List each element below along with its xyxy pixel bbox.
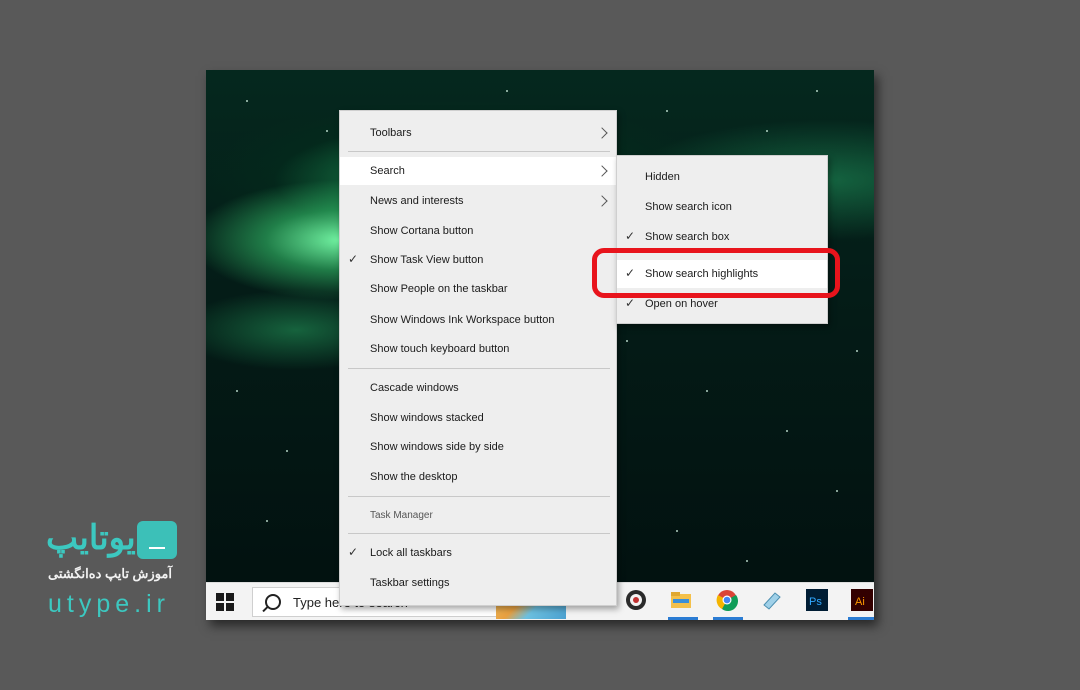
menu-item-label: Lock all taskbars <box>370 547 452 559</box>
logo-tagline: آموزش تایپ ده‌انگشتی <box>48 566 172 581</box>
menu-divider <box>348 496 610 497</box>
menu-item-label: Show Task View button <box>370 254 484 266</box>
menu-item-taskbar-settings[interactable]: Taskbar settings <box>340 569 616 597</box>
menu-item-label: Toolbars <box>370 127 412 139</box>
menu-item-news-and-interests[interactable]: News and interests <box>340 187 616 215</box>
checkmark-icon: ✓ <box>348 545 359 559</box>
menu-item-label: Taskbar settings <box>370 577 450 589</box>
menu-item-label: Show windows stacked <box>370 412 484 424</box>
chevron-right-icon <box>596 195 608 207</box>
menu-item-show-task-view-button[interactable]: ✓ Show Task View button <box>340 246 616 274</box>
running-indicator <box>713 617 743 620</box>
menu-item-show-touch-keyboard[interactable]: Show touch keyboard button <box>340 335 616 363</box>
submenu-item-show-search-icon[interactable]: Show search icon <box>617 193 827 221</box>
highlight-annotation-frame <box>592 248 840 298</box>
menu-item-cascade-windows[interactable]: Cascade windows <box>340 374 616 402</box>
running-indicator <box>848 617 874 620</box>
search-submenu: Hidden Show search icon ✓ Show search bo… <box>616 155 828 324</box>
menu-item-label: Task Manager <box>370 510 433 521</box>
menu-item-lock-all-taskbars[interactable]: ✓ Lock all taskbars <box>340 539 616 567</box>
search-icon <box>265 594 281 610</box>
menu-item-label: Show windows side by side <box>370 441 504 453</box>
menu-divider <box>348 151 610 152</box>
chevron-right-icon <box>596 127 608 139</box>
submenu-item-label: Show search icon <box>645 201 732 213</box>
menu-item-show-windows-stacked[interactable]: Show windows stacked <box>340 404 616 432</box>
taskbar-context-menu: Toolbars Search News and interests Show … <box>339 110 617 606</box>
menu-item-show-ink-workspace[interactable]: Show Windows Ink Workspace button <box>340 306 616 334</box>
menu-item-show-windows-side-by-side[interactable]: Show windows side by side <box>340 433 616 461</box>
obs-icon[interactable] <box>625 589 647 611</box>
chrome-icon[interactable] <box>716 589 738 611</box>
menu-item-label: Show the desktop <box>370 471 458 483</box>
menu-item-task-manager[interactable]: Task Manager <box>340 502 616 530</box>
submenu-item-hidden[interactable]: Hidden <box>617 163 827 191</box>
menu-item-label: Search <box>370 165 405 177</box>
logo-url: utype.ir <box>48 590 170 618</box>
menu-item-show-people[interactable]: Show People on the taskbar <box>340 275 616 303</box>
checkmark-icon: ✓ <box>348 252 359 266</box>
illustrator-label: Ai <box>855 596 865 608</box>
submenu-item-label: Hidden <box>645 171 680 183</box>
menu-divider <box>348 368 610 369</box>
logo-name: یوتایپ <box>46 519 136 557</box>
checkmark-icon: ✓ <box>625 296 636 310</box>
illustrator-icon[interactable]: Ai <box>851 589 873 611</box>
menu-item-label: Cascade windows <box>370 382 459 394</box>
submenu-item-label: Open on hover <box>645 298 718 310</box>
chevron-right-icon <box>596 165 608 177</box>
menu-item-label: Show Cortana button <box>370 225 474 237</box>
menu-item-show-cortana-button[interactable]: Show Cortana button <box>340 217 616 245</box>
menu-item-toolbars[interactable]: Toolbars <box>340 119 616 147</box>
file-explorer-icon[interactable] <box>670 589 692 611</box>
photoshop-icon[interactable]: Ps <box>806 589 828 611</box>
windows-start-button[interactable] <box>216 593 234 611</box>
menu-item-search[interactable]: Search <box>340 157 616 185</box>
submenu-item-show-search-box[interactable]: ✓ Show search box <box>617 223 827 251</box>
menu-item-label: Show touch keyboard button <box>370 343 510 355</box>
menu-item-label: Show Windows Ink Workspace button <box>370 314 555 326</box>
menu-divider <box>348 533 610 534</box>
photoshop-label: Ps <box>809 596 822 608</box>
utype-logo-icon <box>137 521 177 559</box>
menu-item-label: News and interests <box>370 195 464 207</box>
running-indicator <box>668 617 698 620</box>
menu-item-label: Show People on the taskbar <box>370 283 508 295</box>
menu-item-show-desktop[interactable]: Show the desktop <box>340 463 616 491</box>
submenu-item-label: Show search box <box>645 231 730 243</box>
notepad-icon[interactable] <box>761 589 783 611</box>
checkmark-icon: ✓ <box>625 229 636 243</box>
